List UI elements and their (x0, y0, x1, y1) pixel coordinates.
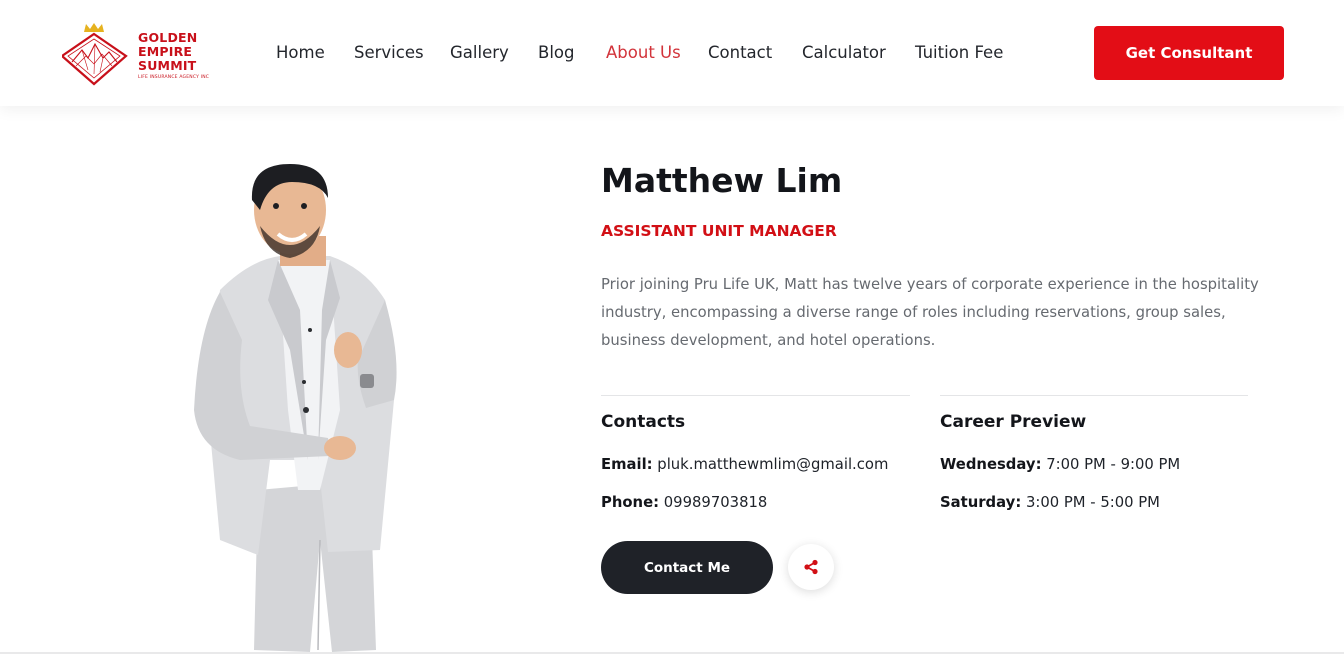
nav-blog[interactable]: Blog (538, 41, 574, 65)
saturday-label: Saturday: (940, 494, 1022, 511)
logo-line-1: GOLDEN (138, 30, 198, 45)
career-preview-heading: Career Preview (940, 412, 1087, 432)
logo-subtitle: LIFE INSURANCE AGENCY INC (138, 75, 210, 80)
profile-name: Matthew Lim (601, 161, 843, 200)
logo-wordmark: GOLDEN EMPIRE SUMMIT (138, 31, 197, 73)
nav-calculator[interactable]: Calculator (802, 41, 886, 65)
site-header: GOLDEN EMPIRE SUMMIT LIFE INSURANCE AGEN… (0, 0, 1344, 106)
email-row: Email: pluk.matthewmlim@gmail.com (601, 456, 888, 473)
profile-role: ASSISTANT UNIT MANAGER (601, 222, 837, 240)
nav-tuition-fee[interactable]: Tuition Fee (915, 41, 1003, 65)
wednesday-label: Wednesday: (940, 456, 1042, 473)
phone-label: Phone: (601, 494, 660, 511)
share-icon (804, 559, 818, 575)
schedule-row-saturday: Saturday: 3:00 PM - 5:00 PM (940, 494, 1160, 511)
email-value[interactable]: pluk.matthewmlim@gmail.com (657, 456, 888, 473)
contacts-heading: Contacts (601, 412, 686, 432)
contacts-divider (601, 395, 910, 396)
section-bottom-border (0, 652, 1344, 654)
logo-line-3: SUMMIT (138, 58, 197, 73)
schedule-row-wednesday: Wednesday: 7:00 PM - 9:00 PM (940, 456, 1180, 473)
share-button[interactable] (788, 544, 834, 590)
email-label: Email: (601, 456, 653, 473)
profile-photo (194, 164, 397, 652)
diamond-crown-logo-icon (62, 23, 128, 86)
logo-line-2: EMPIRE (138, 44, 193, 59)
wednesday-time: 7:00 PM - 9:00 PM (1046, 456, 1181, 473)
site-logo[interactable]: GOLDEN EMPIRE SUMMIT LIFE INSURANCE AGEN… (62, 22, 212, 86)
phone-value[interactable]: 09989703818 (664, 494, 768, 511)
get-consultant-button[interactable]: Get Consultant (1094, 26, 1284, 80)
career-divider (940, 395, 1248, 396)
nav-about-us[interactable]: About Us (606, 41, 681, 65)
nav-home[interactable]: Home (276, 41, 325, 65)
profile-bio: Prior joining Pru Life UK, Matt has twel… (601, 276, 1259, 349)
phone-row: Phone: 09989703818 (601, 494, 767, 511)
nav-services[interactable]: Services (354, 41, 424, 65)
nav-gallery[interactable]: Gallery (450, 41, 509, 65)
saturday-time: 3:00 PM - 5:00 PM (1025, 494, 1160, 511)
nav-contact[interactable]: Contact (708, 41, 772, 65)
contact-me-button[interactable]: Contact Me (601, 541, 773, 594)
